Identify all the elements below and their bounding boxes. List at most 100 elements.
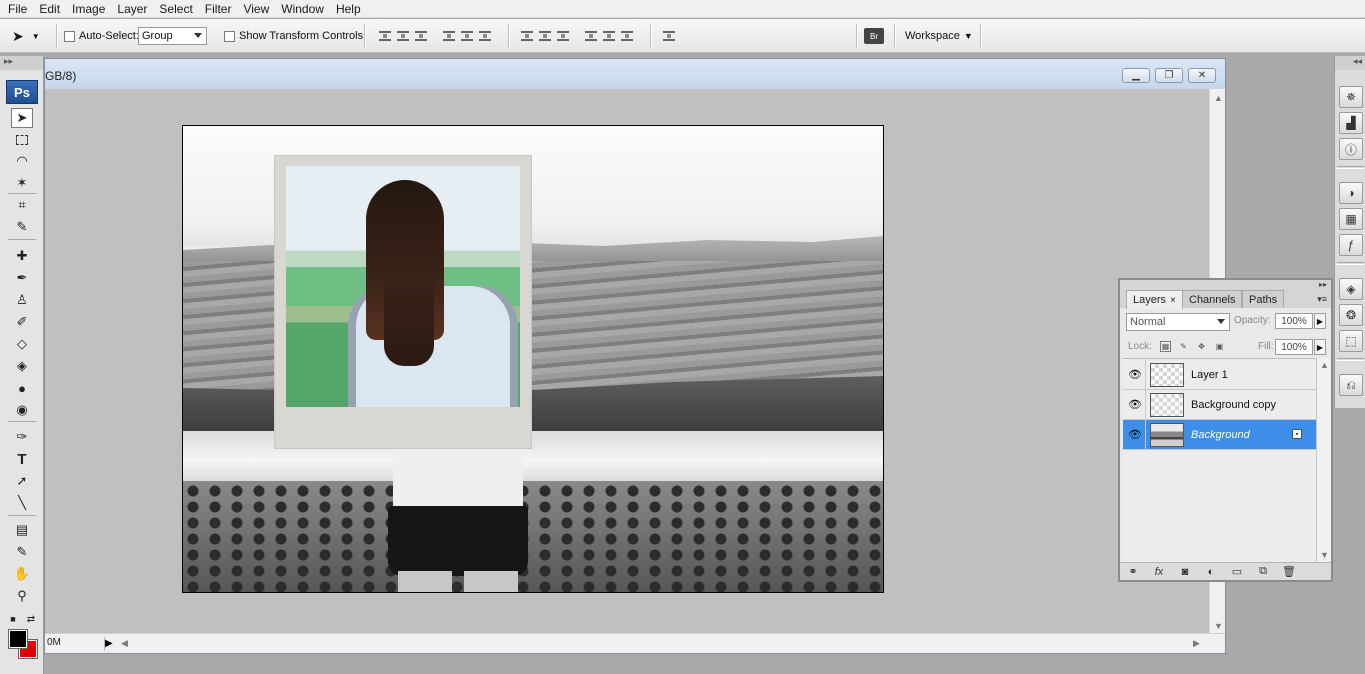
notes-tool-icon[interactable]: ▤ [11,520,33,540]
scroll-up-icon[interactable]: ▲ [1214,93,1223,103]
history-icon[interactable]: ⎌ [1339,374,1363,396]
marquee-tool-icon[interactable] [11,130,33,150]
scroll-up-icon[interactable]: ▲ [1320,360,1329,370]
history-brush-icon[interactable]: ✐ [11,312,33,332]
mask-icon[interactable]: ◙ [1172,564,1198,580]
scroll-right-icon[interactable]: ▶ [1193,638,1200,649]
align-bottom-icon[interactable] [414,29,428,43]
distribute-left-icon[interactable] [584,29,598,43]
paths-icon[interactable]: ⬚ [1339,330,1363,352]
status-menu-arrow-icon[interactable]: ▶ [105,638,113,649]
tab-channels[interactable]: Channels [1182,290,1243,308]
opacity-field[interactable]: 100% [1275,313,1313,329]
fx-icon[interactable]: fx [1146,564,1172,580]
checkbox-box[interactable] [64,30,75,42]
lock-transparent-icon[interactable]: ▦ [1160,341,1171,352]
layer-row-background-copy[interactable]: 👁 Background copy [1123,390,1316,420]
menu-file[interactable]: File [2,2,33,16]
adjustment-layer-icon[interactable]: ◐ [1198,564,1224,580]
layer-row-background[interactable]: 👁 Background ▪ [1123,420,1316,450]
scroll-down-icon[interactable]: ▼ [1214,621,1223,631]
menu-help[interactable]: Help [330,2,367,16]
toolbox-grip[interactable]: ▸▸ [0,56,43,70]
path-select-icon[interactable]: ➚ [11,471,33,491]
show-transform-checkbox[interactable]: Show Transform Controls [224,19,363,53]
distribute-bottom-icon[interactable] [556,29,570,43]
group-folder-icon[interactable]: ▭ [1224,564,1250,580]
panel-collapse-icon[interactable]: ▸▸ [1319,280,1327,289]
bridge-button[interactable]: Br [864,19,884,53]
close-icon[interactable]: × [1170,295,1176,306]
channels-icon[interactable]: ❂ [1339,304,1363,326]
align-right-icon[interactable] [478,29,492,43]
menu-filter[interactable]: Filter [199,2,238,16]
blur-tool-icon[interactable]: ● [11,378,33,398]
zoom-readout[interactable]: 0M [45,637,105,651]
dodge-tool-icon[interactable]: ◉ [11,400,33,420]
layer-row-layer-1[interactable]: 👁 Layer 1 [1123,360,1316,390]
hand-tool-icon[interactable]: ✋ [11,564,33,584]
healing-brush-icon[interactable]: ✚ [11,246,33,266]
slice-tool-icon[interactable]: ✎ [11,217,33,237]
eye-icon[interactable]: 👁 [1127,366,1143,382]
swatches-icon[interactable]: ▦ [1339,208,1363,230]
dock-grip[interactable]: ◂◂ [1335,56,1365,70]
tab-layers[interactable]: Layers × [1126,290,1183,309]
clone-stamp-icon[interactable]: ♙ [11,290,33,310]
panel-menu-icon[interactable]: ▾≡ [1317,294,1327,305]
magic-wand-icon[interactable]: ✶ [11,173,33,193]
checkbox-box[interactable] [224,30,235,42]
document-canvas-image[interactable] [182,125,884,593]
info-icon[interactable]: ⓘ [1339,138,1363,160]
document-titlebar[interactable]: GB/8) ▁ ❐ ✕ [45,59,1225,89]
distribute-right-icon[interactable] [620,29,634,43]
lock-all-icon[interactable]: ▣ [1214,341,1225,352]
line-tool-icon[interactable]: ╲ [11,493,33,513]
pen-tool-icon[interactable]: ✑ [11,427,33,447]
tab-paths[interactable]: Paths [1242,290,1285,308]
opacity-slider-arrow-icon[interactable]: ▶ [1314,313,1326,329]
histogram-icon[interactable]: ▟ [1339,112,1363,134]
menu-select[interactable]: Select [153,2,198,16]
layers-icon[interactable]: ◈ [1339,278,1363,300]
eye-icon[interactable]: 👁 [1127,426,1143,442]
color-icon[interactable]: ◑ [1339,182,1363,204]
eye-icon[interactable]: 👁 [1127,396,1143,412]
polaroid-frame-layer[interactable] [275,156,531,448]
tool-preset-picker[interactable]: ➤ ▼ [12,19,40,53]
menu-edit[interactable]: Edit [33,2,66,16]
lock-position-icon[interactable]: ✥ [1196,341,1207,352]
swap-colors-icon[interactable]: ⇄ [24,609,38,629]
crop-tool-icon[interactable]: ⌗ [11,195,33,215]
fill-field[interactable]: 100% [1275,339,1313,355]
close-button[interactable]: ✕ [1188,68,1216,83]
type-tool-icon[interactable]: T [11,449,33,469]
navigator-icon[interactable]: ✵ [1339,86,1363,108]
minimize-button[interactable]: ▁ [1122,68,1150,83]
link-layers-icon[interactable]: ⚭ [1120,564,1146,580]
canvas-area[interactable] [45,89,1209,635]
brush-tool-icon[interactable]: ✒ [11,268,33,288]
lasso-tool-icon[interactable]: ◠ [11,151,33,171]
fill-slider-arrow-icon[interactable]: ▶ [1314,339,1326,355]
paint-bucket-icon[interactable]: ◈ [11,356,33,376]
menu-window[interactable]: Window [275,2,330,16]
default-colors-icon[interactable]: ■ [6,609,20,629]
auto-align-icon[interactable] [662,29,676,43]
menu-layer[interactable]: Layer [111,2,153,16]
move-tool-icon[interactable]: ➤ [11,108,33,128]
zoom-tool-icon[interactable]: ⚲ [11,586,33,606]
distribute-hcenter-icon[interactable] [602,29,616,43]
styles-icon[interactable]: ƒ [1339,234,1363,256]
menu-image[interactable]: Image [66,2,111,16]
menu-view[interactable]: View [237,2,275,16]
align-hcenter-icon[interactable] [460,29,474,43]
restore-button[interactable]: ❐ [1155,68,1183,83]
lock-image-icon[interactable]: ✎ [1178,341,1189,352]
workspace-button[interactable]: Workspace ▼ [905,19,973,53]
trash-icon[interactable]: 🗑 [1276,564,1302,580]
align-top-icon[interactable] [378,29,392,43]
new-layer-icon[interactable]: ⧉ [1250,564,1276,580]
layers-panel-header[interactable]: ▸▸ Layers × Channels Paths ▾≡ [1120,280,1331,309]
align-vcenter-icon[interactable] [396,29,410,43]
